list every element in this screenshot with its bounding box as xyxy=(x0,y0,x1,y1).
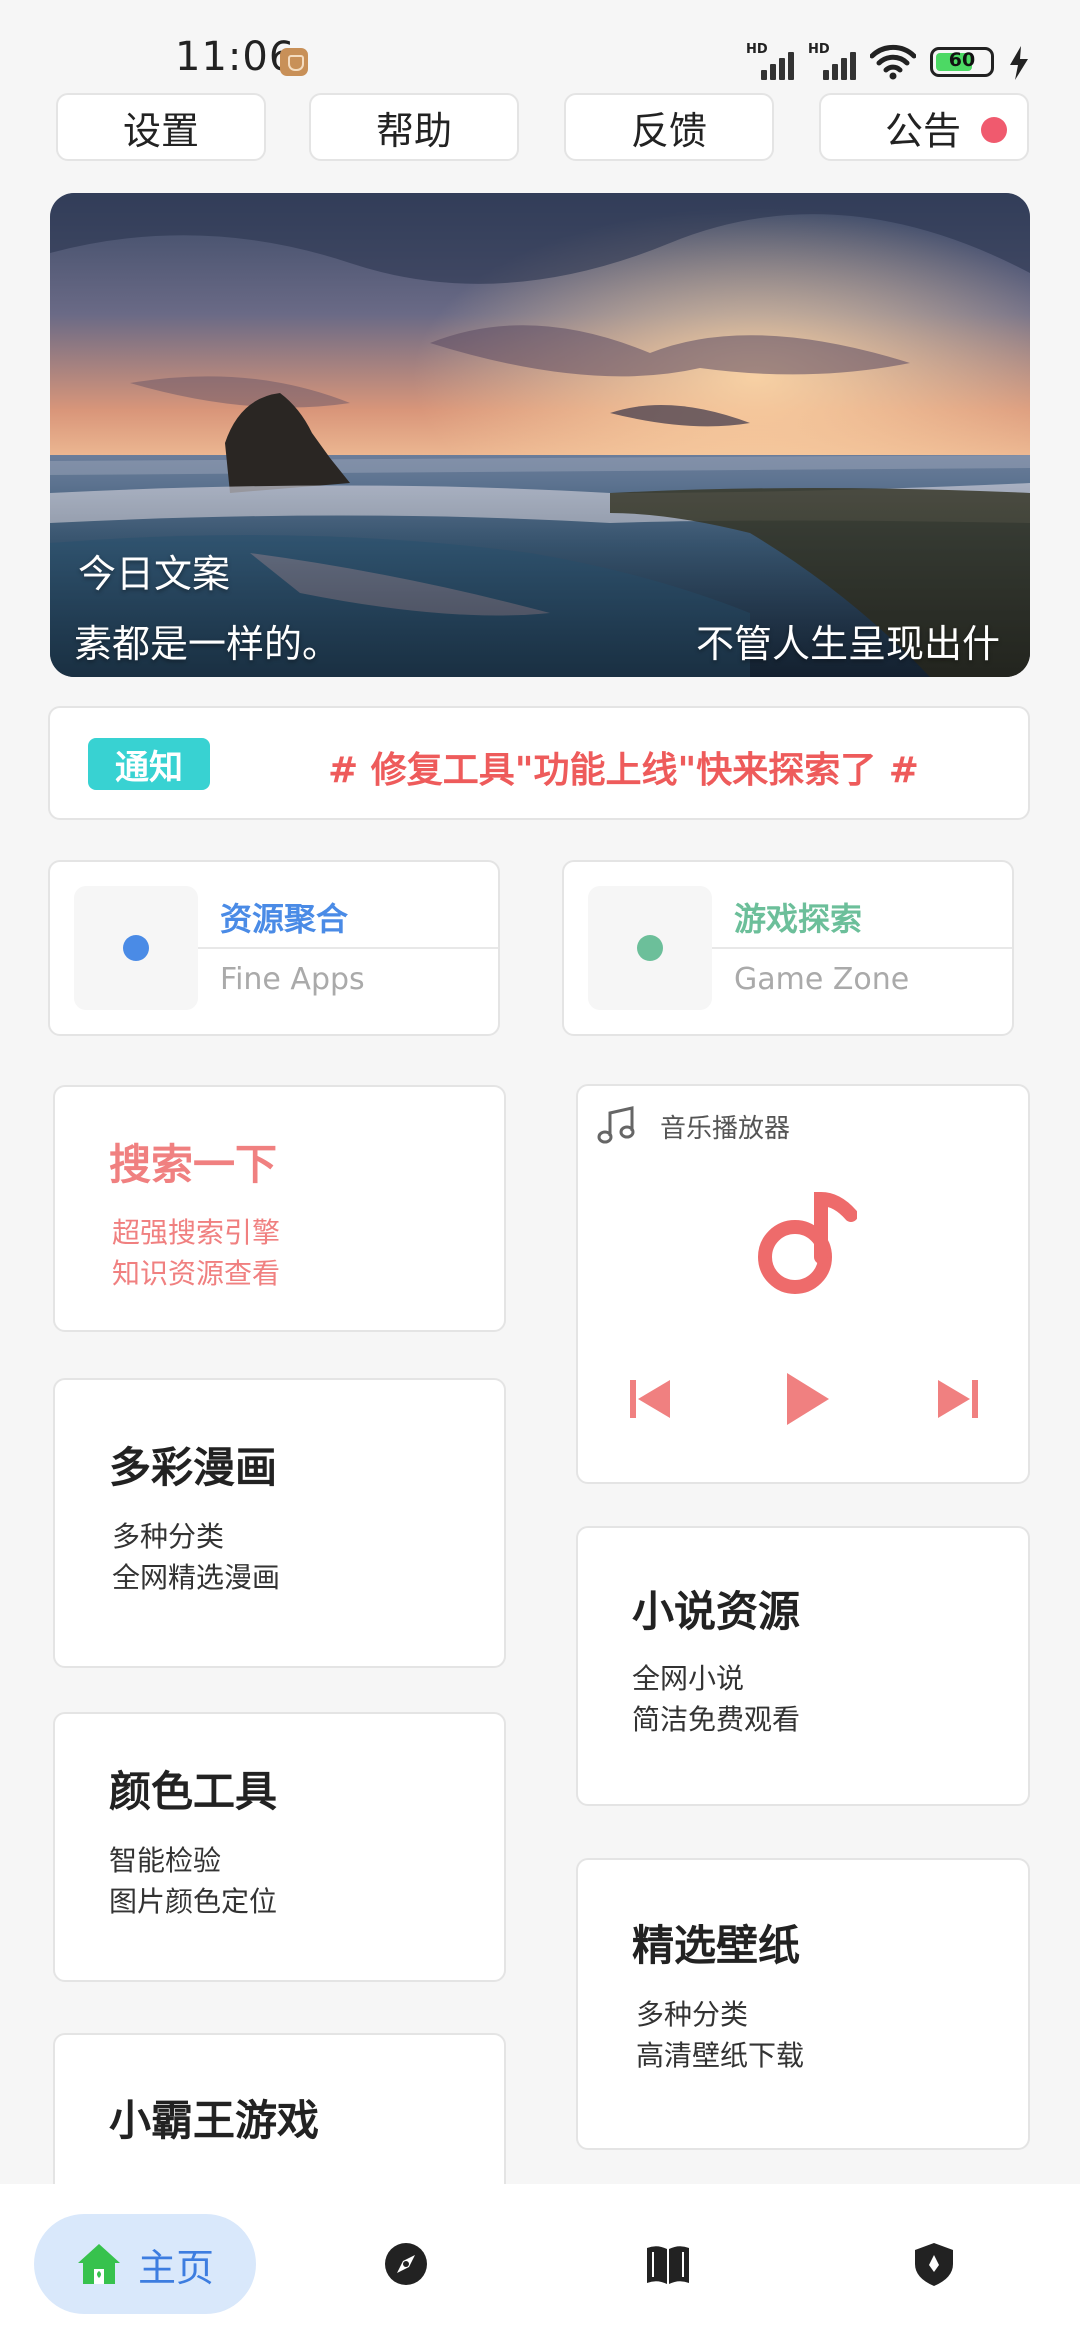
book-icon[interactable] xyxy=(644,2240,692,2288)
banner-label: 今日文案 xyxy=(78,552,231,596)
desc-line-2: 知识资源查看 xyxy=(112,1257,281,1290)
card-title: 小霸王游戏 xyxy=(109,2096,320,2145)
game-explore-card[interactable]: 游戏探索 Game Zone xyxy=(562,860,1014,1036)
home-icon xyxy=(78,2244,120,2284)
nav-home-label: 主页 xyxy=(138,2245,215,2290)
game-icon-box xyxy=(588,886,712,1010)
battery-icon: 60 xyxy=(930,47,994,77)
settings-button[interactable]: 设置 xyxy=(56,93,266,161)
shield-icon[interactable] xyxy=(910,2240,958,2288)
card-description: 超强搜索引擎 知识资源查看 xyxy=(112,1212,280,1294)
nav-home-tab[interactable]: 主页 xyxy=(34,2214,256,2314)
previous-track-button[interactable] xyxy=(628,1376,672,1422)
feedback-button[interactable]: 反馈 xyxy=(564,93,774,161)
divider xyxy=(712,947,1012,949)
bottom-navigation: 主页 xyxy=(0,2184,1080,2340)
unread-dot xyxy=(981,117,1007,143)
color-tool-card[interactable]: 颜色工具 智能检验 图片颜色定位 xyxy=(53,1712,506,1982)
notice-marquee-text: # 修复工具"功能上线"快来探索了 # xyxy=(328,750,919,791)
status-bar: 11:06 HD HD 60 xyxy=(0,0,1080,88)
category-subtitle: Fine Apps xyxy=(220,962,365,997)
desc-line-1: 智能检验 xyxy=(109,1844,222,1877)
charging-icon xyxy=(1010,46,1028,80)
notice-bar[interactable]: 通知 # 修复工具"功能上线"快来探索了 # xyxy=(48,706,1030,820)
desc-line-1: 全网小说 xyxy=(632,1662,745,1695)
novel-card[interactable]: 小说资源 全网小说 简洁免费观看 xyxy=(576,1526,1030,1806)
card-title: 精选壁纸 xyxy=(632,1921,801,1970)
desc-line-1: 多种分类 xyxy=(636,1998,749,2031)
music-app-logo-icon xyxy=(758,1191,857,1294)
card-title: 搜索一下 xyxy=(109,1140,278,1189)
announcement-label: 公告 xyxy=(885,108,962,153)
next-track-button[interactable] xyxy=(936,1376,980,1422)
card-description: 多种分类 全网精选漫画 xyxy=(112,1516,280,1598)
card-title: 颜色工具 xyxy=(109,1767,278,1816)
wifi-icon xyxy=(870,44,916,80)
cellular-signal-icon: HD xyxy=(746,42,794,80)
divider xyxy=(198,947,498,949)
help-button[interactable]: 帮助 xyxy=(309,93,519,161)
wallpaper-card[interactable]: 精选壁纸 多种分类 高清壁纸下载 xyxy=(576,1858,1030,2150)
category-title: 资源聚合 xyxy=(220,900,349,938)
category-subtitle: Game Zone xyxy=(734,962,910,997)
music-player-card: 音乐播放器 xyxy=(576,1084,1030,1484)
play-button[interactable] xyxy=(783,1371,831,1427)
blue-dot-icon xyxy=(123,935,149,961)
app-notification-icon xyxy=(280,48,308,76)
card-title: 小说资源 xyxy=(632,1587,801,1636)
desc-line-1: 超强搜索引擎 xyxy=(112,1216,281,1249)
desc-line-2: 图片颜色定位 xyxy=(109,1885,278,1918)
compass-icon[interactable] xyxy=(382,2240,430,2288)
banner-quote-right: 不管人生呈现出什 xyxy=(695,622,1000,666)
banner-image xyxy=(50,193,1030,677)
resource-aggregate-card[interactable]: 资源聚合 Fine Apps xyxy=(48,860,500,1036)
desc-line-2: 高清壁纸下载 xyxy=(636,2039,805,2072)
card-description: 多种分类 高清壁纸下载 xyxy=(636,1994,804,2076)
notice-tag: 通知 xyxy=(88,738,210,790)
cellular-signal-icon-2: HD xyxy=(808,42,856,80)
banner-quote-left: 素都是一样的。 xyxy=(74,622,341,666)
status-icons: HD HD 60 xyxy=(746,40,1030,80)
search-card[interactable]: 搜索一下 超强搜索引擎 知识资源查看 xyxy=(53,1085,506,1332)
card-title: 多彩漫画 xyxy=(109,1443,278,1492)
battery-level: 60 xyxy=(948,49,976,71)
top-nav: 设置 帮助 反馈 公告 xyxy=(56,93,1029,161)
daily-quote-banner[interactable]: 今日文案 素都是一样的。 不管人生呈现出什 xyxy=(50,193,1030,677)
desc-line-1: 多种分类 xyxy=(112,1520,225,1553)
music-note-icon xyxy=(597,1106,635,1144)
music-player-label: 音乐播放器 xyxy=(660,1114,791,1144)
card-description: 智能检验 图片颜色定位 xyxy=(109,1840,277,1922)
comics-card[interactable]: 多彩漫画 多种分类 全网精选漫画 xyxy=(53,1378,506,1668)
announcement-button[interactable]: 公告 xyxy=(819,93,1029,161)
card-description: 全网小说 简洁免费观看 xyxy=(632,1658,800,1740)
desc-line-2: 全网精选漫画 xyxy=(112,1561,281,1594)
green-dot-icon xyxy=(637,935,663,961)
status-time: 11:06 xyxy=(175,34,296,80)
resource-icon-box xyxy=(74,886,198,1010)
desc-line-2: 简洁免费观看 xyxy=(632,1703,801,1736)
category-title: 游戏探索 xyxy=(734,900,863,938)
